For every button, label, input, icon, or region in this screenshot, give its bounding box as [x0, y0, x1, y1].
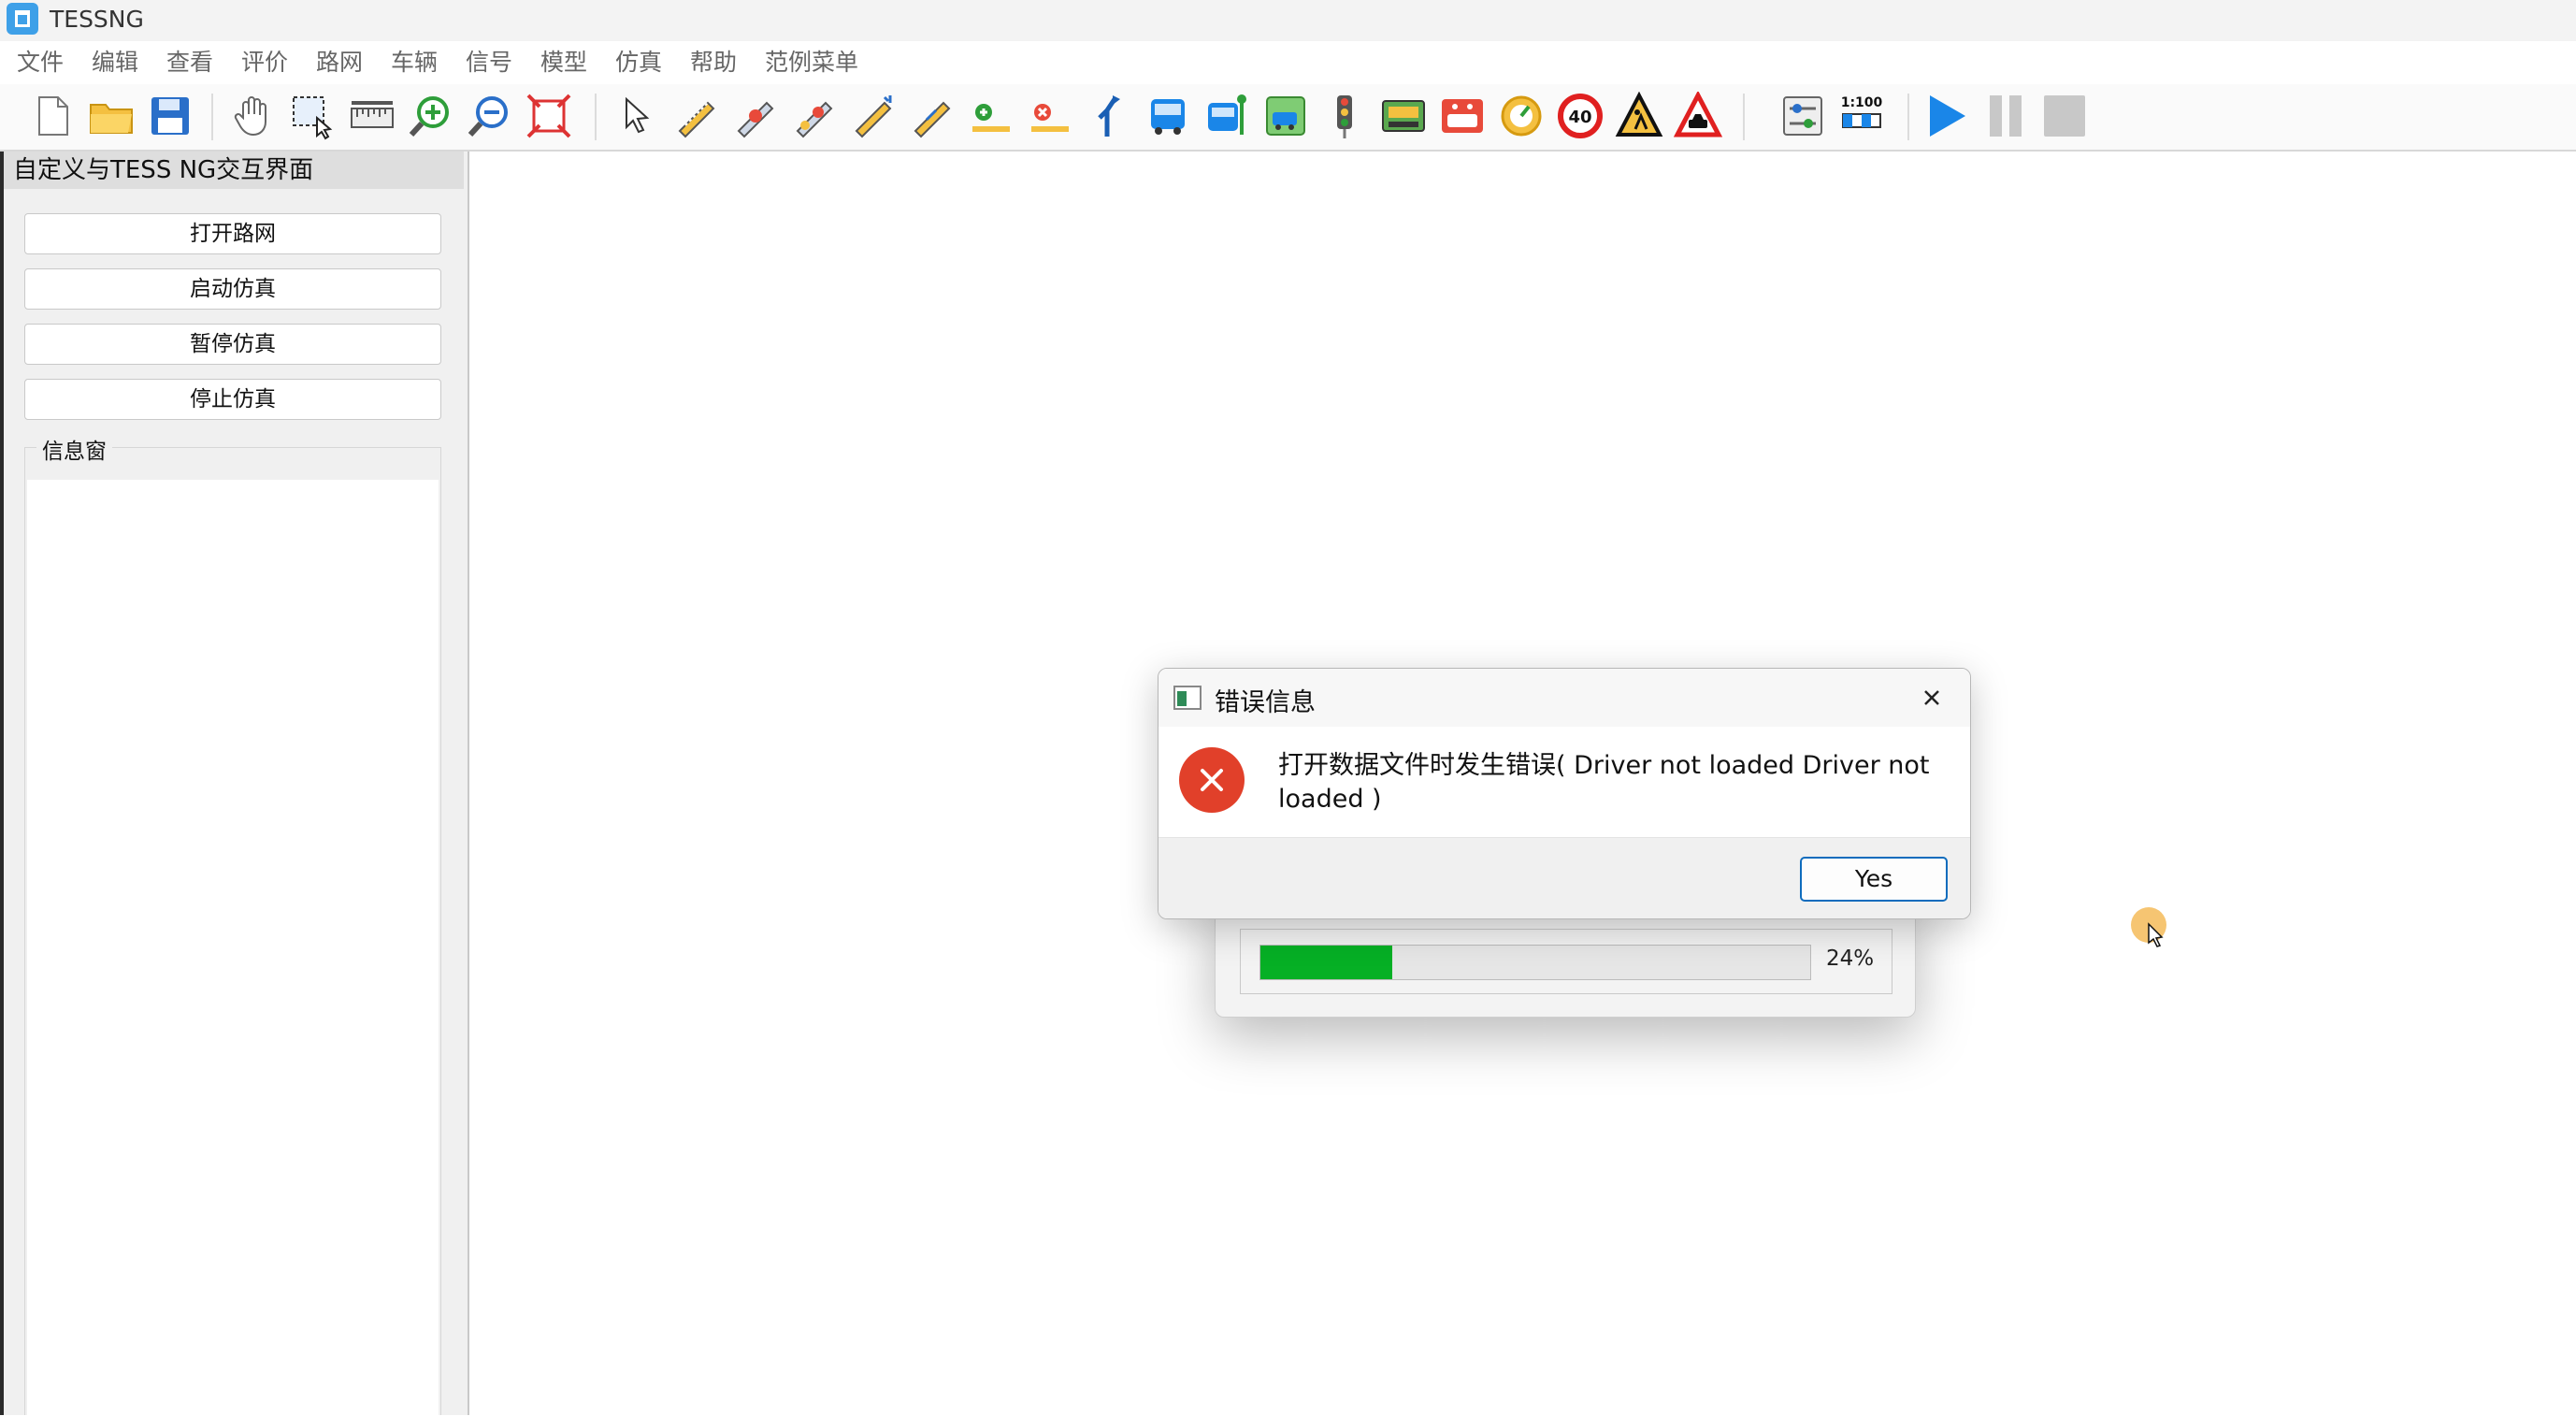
pan-hand-icon[interactable] [230, 92, 279, 140]
select-region-icon[interactable] [289, 92, 338, 140]
info-window-group: 信息窗 [24, 433, 441, 1416]
merge-link-icon[interactable] [908, 92, 957, 140]
menu-view[interactable]: 查看 [166, 49, 213, 77]
menu-evaluate[interactable]: 评价 [241, 49, 288, 77]
speed-meter-icon[interactable] [1497, 92, 1546, 140]
pause-icon[interactable] [1981, 92, 2030, 140]
pause-simulation-button[interactable]: 暂停仿真 [24, 324, 441, 365]
error-message: 打开数据文件时发生错误( Driver not loaded Driver no… [1278, 751, 1930, 814]
travel-time-icon[interactable] [1438, 92, 1487, 140]
traffic-light-icon[interactable] [1320, 92, 1369, 140]
window-icon [1173, 686, 1202, 710]
menu-model[interactable]: 模型 [540, 49, 587, 77]
dialog-body: 打开数据文件时发生错误( Driver not loaded Driver no… [1158, 727, 1970, 836]
delete-node-icon[interactable] [1026, 92, 1074, 140]
add-node-icon[interactable] [967, 92, 1015, 140]
menu-help[interactable]: 帮助 [690, 49, 737, 77]
info-window-text[interactable] [27, 480, 439, 1416]
toolbar: 40 1:100 [0, 84, 2576, 152]
open-network-button[interactable]: 打开路网 [24, 213, 441, 254]
info-window-label: 信息窗 [36, 433, 112, 465]
bus-line-icon[interactable] [1144, 92, 1192, 140]
menu-bar: 文件 编辑 查看 评价 路网 车辆 信号 模型 仿真 帮助 范例菜单 [0, 41, 2576, 84]
dialog-title: 错误信息 [1215, 688, 1316, 717]
app-icon [7, 3, 38, 35]
open-folder-icon[interactable] [87, 92, 136, 140]
yes-button[interactable]: Yes [1800, 857, 1948, 902]
pointer-icon[interactable] [613, 92, 662, 140]
error-icon [1179, 747, 1245, 813]
progress-bar [1259, 945, 1811, 980]
scale-icon[interactable]: 1:100 [1837, 92, 1886, 140]
progress-percent: 24% [1826, 946, 1875, 971]
dialog-title-bar: 错误信息 [1158, 669, 1970, 727]
close-icon[interactable] [1916, 682, 1948, 714]
bus-stop-icon[interactable] [1202, 92, 1251, 140]
scale-label: 1:100 [1841, 95, 1883, 110]
road-works-icon[interactable] [1615, 92, 1663, 140]
stop-icon[interactable] [2040, 92, 2089, 140]
panel-title: 自定义与TESS NG交互界面 [4, 152, 464, 189]
menu-signal[interactable]: 信号 [466, 49, 512, 77]
new-file-icon[interactable] [28, 92, 77, 140]
measure-ruler-icon[interactable] [348, 92, 396, 140]
add-connector-icon[interactable] [731, 92, 780, 140]
menu-simulation[interactable]: 仿真 [615, 49, 662, 77]
accident-zone-icon[interactable] [1674, 92, 1722, 140]
start-simulation-button[interactable]: 启动仿真 [24, 268, 441, 310]
menu-vehicle[interactable]: 车辆 [391, 49, 438, 77]
mouse-cursor-icon [2147, 922, 2166, 948]
speed-limit-value: 40 [1568, 108, 1591, 127]
title-bar: TESSNG [0, 0, 2576, 41]
add-link-icon[interactable] [672, 92, 721, 140]
stop-simulation-button[interactable]: 停止仿真 [24, 379, 441, 420]
progress-frame: 24% [1240, 929, 1892, 994]
play-icon[interactable] [1922, 92, 1971, 140]
parking-icon[interactable] [1261, 92, 1310, 140]
edit-connector-icon[interactable] [790, 92, 839, 140]
zoom-out-icon[interactable] [466, 92, 514, 140]
route-arrow-icon[interactable] [1085, 92, 1133, 140]
progress-fill [1260, 946, 1393, 979]
fit-view-icon[interactable] [525, 92, 573, 140]
menu-examples[interactable]: 范例菜单 [765, 49, 858, 77]
dialog-footer: Yes [1158, 837, 1970, 918]
vehicle-detector-icon[interactable] [1379, 92, 1428, 140]
speed-limit-icon[interactable]: 40 [1556, 92, 1605, 140]
layer-settings-icon[interactable] [1778, 92, 1827, 140]
menu-network[interactable]: 路网 [316, 49, 363, 77]
custom-interaction-panel: 自定义与TESS NG交互界面 打开路网 启动仿真 暂停仿真 停止仿真 信息窗 [0, 152, 469, 1416]
split-link-icon[interactable] [849, 92, 898, 140]
error-dialog: 错误信息 打开数据文件时发生错误( Driver not loaded Driv… [1158, 668, 1971, 919]
save-icon[interactable] [146, 92, 194, 140]
zoom-in-icon[interactable] [407, 92, 455, 140]
window-title: TESSNG [50, 6, 144, 33]
menu-file[interactable]: 文件 [17, 49, 64, 77]
menu-edit[interactable]: 编辑 [92, 49, 138, 77]
